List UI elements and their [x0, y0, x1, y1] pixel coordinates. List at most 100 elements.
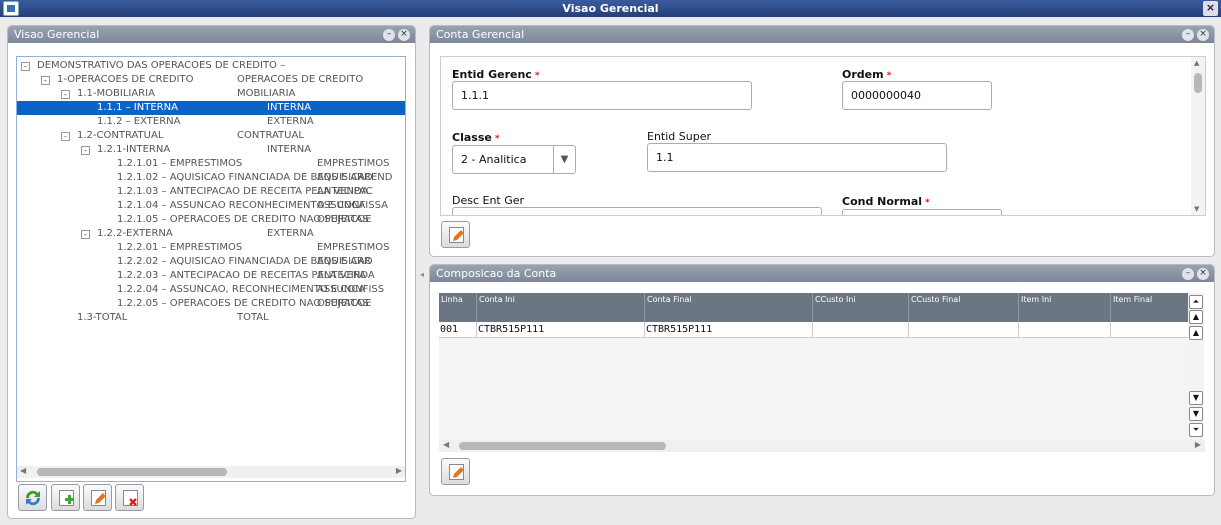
ordem-input[interactable]: 0000000040	[842, 81, 992, 110]
panel-header: Conta Gerencial – ×	[430, 26, 1214, 43]
tree-node[interactable]: 1.2.2.04 – ASSUNCAO, RECONHECIMENTO E CO…	[17, 283, 405, 297]
tree-node-code: 1.2.1.01 – EMPRESTIMOS	[117, 158, 243, 169]
scroll-right-icon[interactable]: ▶	[396, 466, 402, 475]
table-cell[interactable]	[813, 322, 909, 338]
refresh-button[interactable]	[18, 484, 47, 511]
collapse-icon[interactable]: -	[81, 230, 90, 239]
delete-button[interactable]	[115, 484, 144, 511]
edit-button[interactable]	[441, 221, 470, 248]
table-cell[interactable]	[1111, 322, 1189, 338]
grid-vertical-scrollbar[interactable]: ⏶ ▲ ▲ ▼ ▼ ⏷	[1188, 293, 1204, 440]
tree-node[interactable]: 1.3-TOTAL TOTAL	[17, 311, 405, 325]
minimize-icon[interactable]: –	[1182, 29, 1194, 41]
tree-node-description: OPERACOE	[317, 214, 372, 225]
tree-node[interactable]: 1.2.2.02 – AQUISICAO FINANCIADA DE BENS …	[17, 255, 405, 269]
tree-node[interactable]: 1.2.2.05 – OPERACOES DE CREDITO NAO SUJE…	[17, 297, 405, 311]
tree-node[interactable]: 1.2.1.03 – ANTECIPACAO DE RECEITA PELA V…	[17, 185, 405, 199]
composition-grid[interactable]: Linha Conta Ini Conta Final CCusto Ini CCust…	[439, 293, 1189, 440]
add-button[interactable]	[51, 484, 80, 511]
tree-node[interactable]: -1.2.2-EXTERNA EXTERNA	[17, 227, 405, 241]
edit-icon	[449, 227, 464, 243]
scroll-thumb[interactable]	[1194, 73, 1202, 93]
grid-horizontal-scrollbar[interactable]: ◀ ▶	[439, 440, 1205, 452]
column-header[interactable]: Conta Final	[645, 293, 813, 322]
tree-node-description: MOBILIARIA	[237, 88, 296, 99]
form-area: Entid Gerenc * 1.1.1 Ordem * 0000000040 Cl…	[440, 56, 1206, 216]
window-close-button[interactable]: ×	[1203, 1, 1218, 16]
scroll-down-icon[interactable]: ▼	[1189, 391, 1203, 405]
collapse-icon[interactable]: -	[21, 62, 30, 71]
collapse-icon[interactable]: -	[41, 76, 50, 85]
tree-node[interactable]: -1-OPERACOES DE CREDITO OPERACOES DE CRED…	[17, 73, 405, 87]
tree-node[interactable]: 1.2.1.05 – OPERACOES DE CREDITO NAO SUJE…	[17, 213, 405, 227]
page-up-icon[interactable]: ▲	[1189, 310, 1203, 324]
scroll-up-icon[interactable]: ▲	[1194, 59, 1199, 67]
table-row[interactable]: 001 CTBR515P111 CTBR515P111	[439, 322, 1189, 338]
tree-node-code: 1.1-MOBILIARIA	[77, 88, 155, 99]
tree-node[interactable]: 1.2.1.04 – ASSUNCAO RECONHECIMENTO E CON…	[17, 199, 405, 213]
tree-node[interactable]: -1.1-MOBILIARIA MOBILIARIA	[17, 87, 405, 101]
tree-node-code: DEMONSTRATIVO DAS OPERACOES DE CREDITO –	[37, 60, 286, 71]
column-header[interactable]: Conta Ini	[477, 293, 645, 322]
scroll-down-icon[interactable]: ▼	[1194, 205, 1199, 213]
account-tree[interactable]: - DEMONSTRATIVO DAS OPERACOES DE CREDITO …	[16, 56, 406, 482]
window-title-bar: Visao Gerencial ×	[0, 0, 1221, 17]
edit-button[interactable]	[83, 484, 112, 511]
window-title: Visao Gerencial	[562, 2, 659, 15]
column-header[interactable]: Item Final	[1111, 293, 1189, 322]
scroll-bottom-icon[interactable]: ⏷	[1189, 423, 1203, 437]
collapse-icon[interactable]: -	[61, 90, 70, 99]
scroll-left-icon[interactable]: ◀	[443, 440, 449, 449]
scroll-left-icon[interactable]: ◀	[20, 466, 26, 475]
collapse-icon[interactable]: -	[61, 132, 70, 141]
table-cell[interactable]: 001	[439, 322, 477, 338]
visao-gerencial-panel: Visao Gerencial – × - DEMONSTRATIVO DAS O…	[7, 25, 416, 519]
tree-node-description: TOTAL	[237, 312, 269, 323]
tree-horizontal-scrollbar[interactable]: ◀ ▶	[17, 466, 405, 478]
table-cell[interactable]	[909, 322, 1019, 338]
tree-node-code: 1.1.2 – EXTERNA	[97, 116, 181, 127]
close-icon[interactable]: ×	[398, 29, 410, 41]
minimize-icon[interactable]: –	[383, 29, 395, 41]
cond-normal-select[interactable]	[842, 209, 1002, 215]
scroll-right-icon[interactable]: ▶	[1195, 440, 1201, 449]
classe-select[interactable]: 2 - Analitica ▼	[452, 145, 576, 174]
tree-node-description: ASSUNCA	[317, 200, 366, 211]
tree-node[interactable]: -1.2-CONTRATUAL CONTRATUAL	[17, 129, 405, 143]
app-icon[interactable]	[3, 1, 19, 16]
tree-node[interactable]: - DEMONSTRATIVO DAS OPERACOES DE CREDITO …	[17, 59, 405, 73]
tree-node[interactable]: -1.2.1-INTERNA INTERNA	[17, 143, 405, 157]
column-header[interactable]: CCusto Ini	[813, 293, 909, 322]
scroll-thumb[interactable]	[37, 468, 227, 476]
form-vertical-scrollbar[interactable]: ▲ ▼	[1191, 57, 1205, 215]
scroll-top-icon[interactable]: ⏶	[1189, 295, 1203, 309]
tree-node[interactable]: 1.1.2 – EXTERNA EXTERNA	[17, 115, 405, 129]
tree-node[interactable]: 1.2.1.01 – EMPRESTIMOS EMPRESTIMOS	[17, 157, 405, 171]
scroll-thumb[interactable]	[459, 442, 666, 450]
tree-node-description: AQUISICAO	[317, 172, 373, 183]
edit-button[interactable]	[441, 458, 470, 485]
minimize-icon[interactable]: –	[1182, 268, 1194, 280]
table-cell[interactable]: CTBR515P111	[645, 322, 813, 338]
splitter-handle-icon[interactable]: ◂	[420, 270, 424, 279]
tree-node[interactable]: 1.1.1 – INTERNA INTERNA	[17, 101, 405, 115]
tree-node[interactable]: 1.2.2.01 – EMPRESTIMOS EMPRESTIMOS	[17, 241, 405, 255]
entid-super-input[interactable]: 1.1	[647, 143, 947, 172]
table-cell[interactable]	[1019, 322, 1111, 338]
tree-node-description: ANTECIPAC	[317, 186, 373, 197]
panel-title: Composicao da Conta	[436, 267, 557, 280]
close-icon[interactable]: ×	[1197, 29, 1209, 41]
close-icon[interactable]: ×	[1197, 268, 1209, 280]
desc-ent-ger-input[interactable]	[452, 207, 822, 215]
scroll-up-icon[interactable]: ▲	[1189, 326, 1203, 340]
chevron-down-icon[interactable]: ▼	[553, 146, 575, 173]
entid-gerenc-input[interactable]: 1.1.1	[452, 81, 752, 110]
column-header[interactable]: CCusto Final	[909, 293, 1019, 322]
page-down-icon[interactable]: ▼	[1189, 407, 1203, 421]
column-header[interactable]: Item Ini	[1019, 293, 1111, 322]
tree-node[interactable]: 1.2.1.02 – AQUISICAO FINANCIADA DE BENS …	[17, 171, 405, 185]
collapse-icon[interactable]: -	[81, 146, 90, 155]
column-header[interactable]: Linha	[439, 293, 477, 322]
table-cell[interactable]: CTBR515P111	[477, 322, 645, 338]
tree-node[interactable]: 1.2.2.03 – ANTECIPACAO DE RECEITAS PELA …	[17, 269, 405, 283]
